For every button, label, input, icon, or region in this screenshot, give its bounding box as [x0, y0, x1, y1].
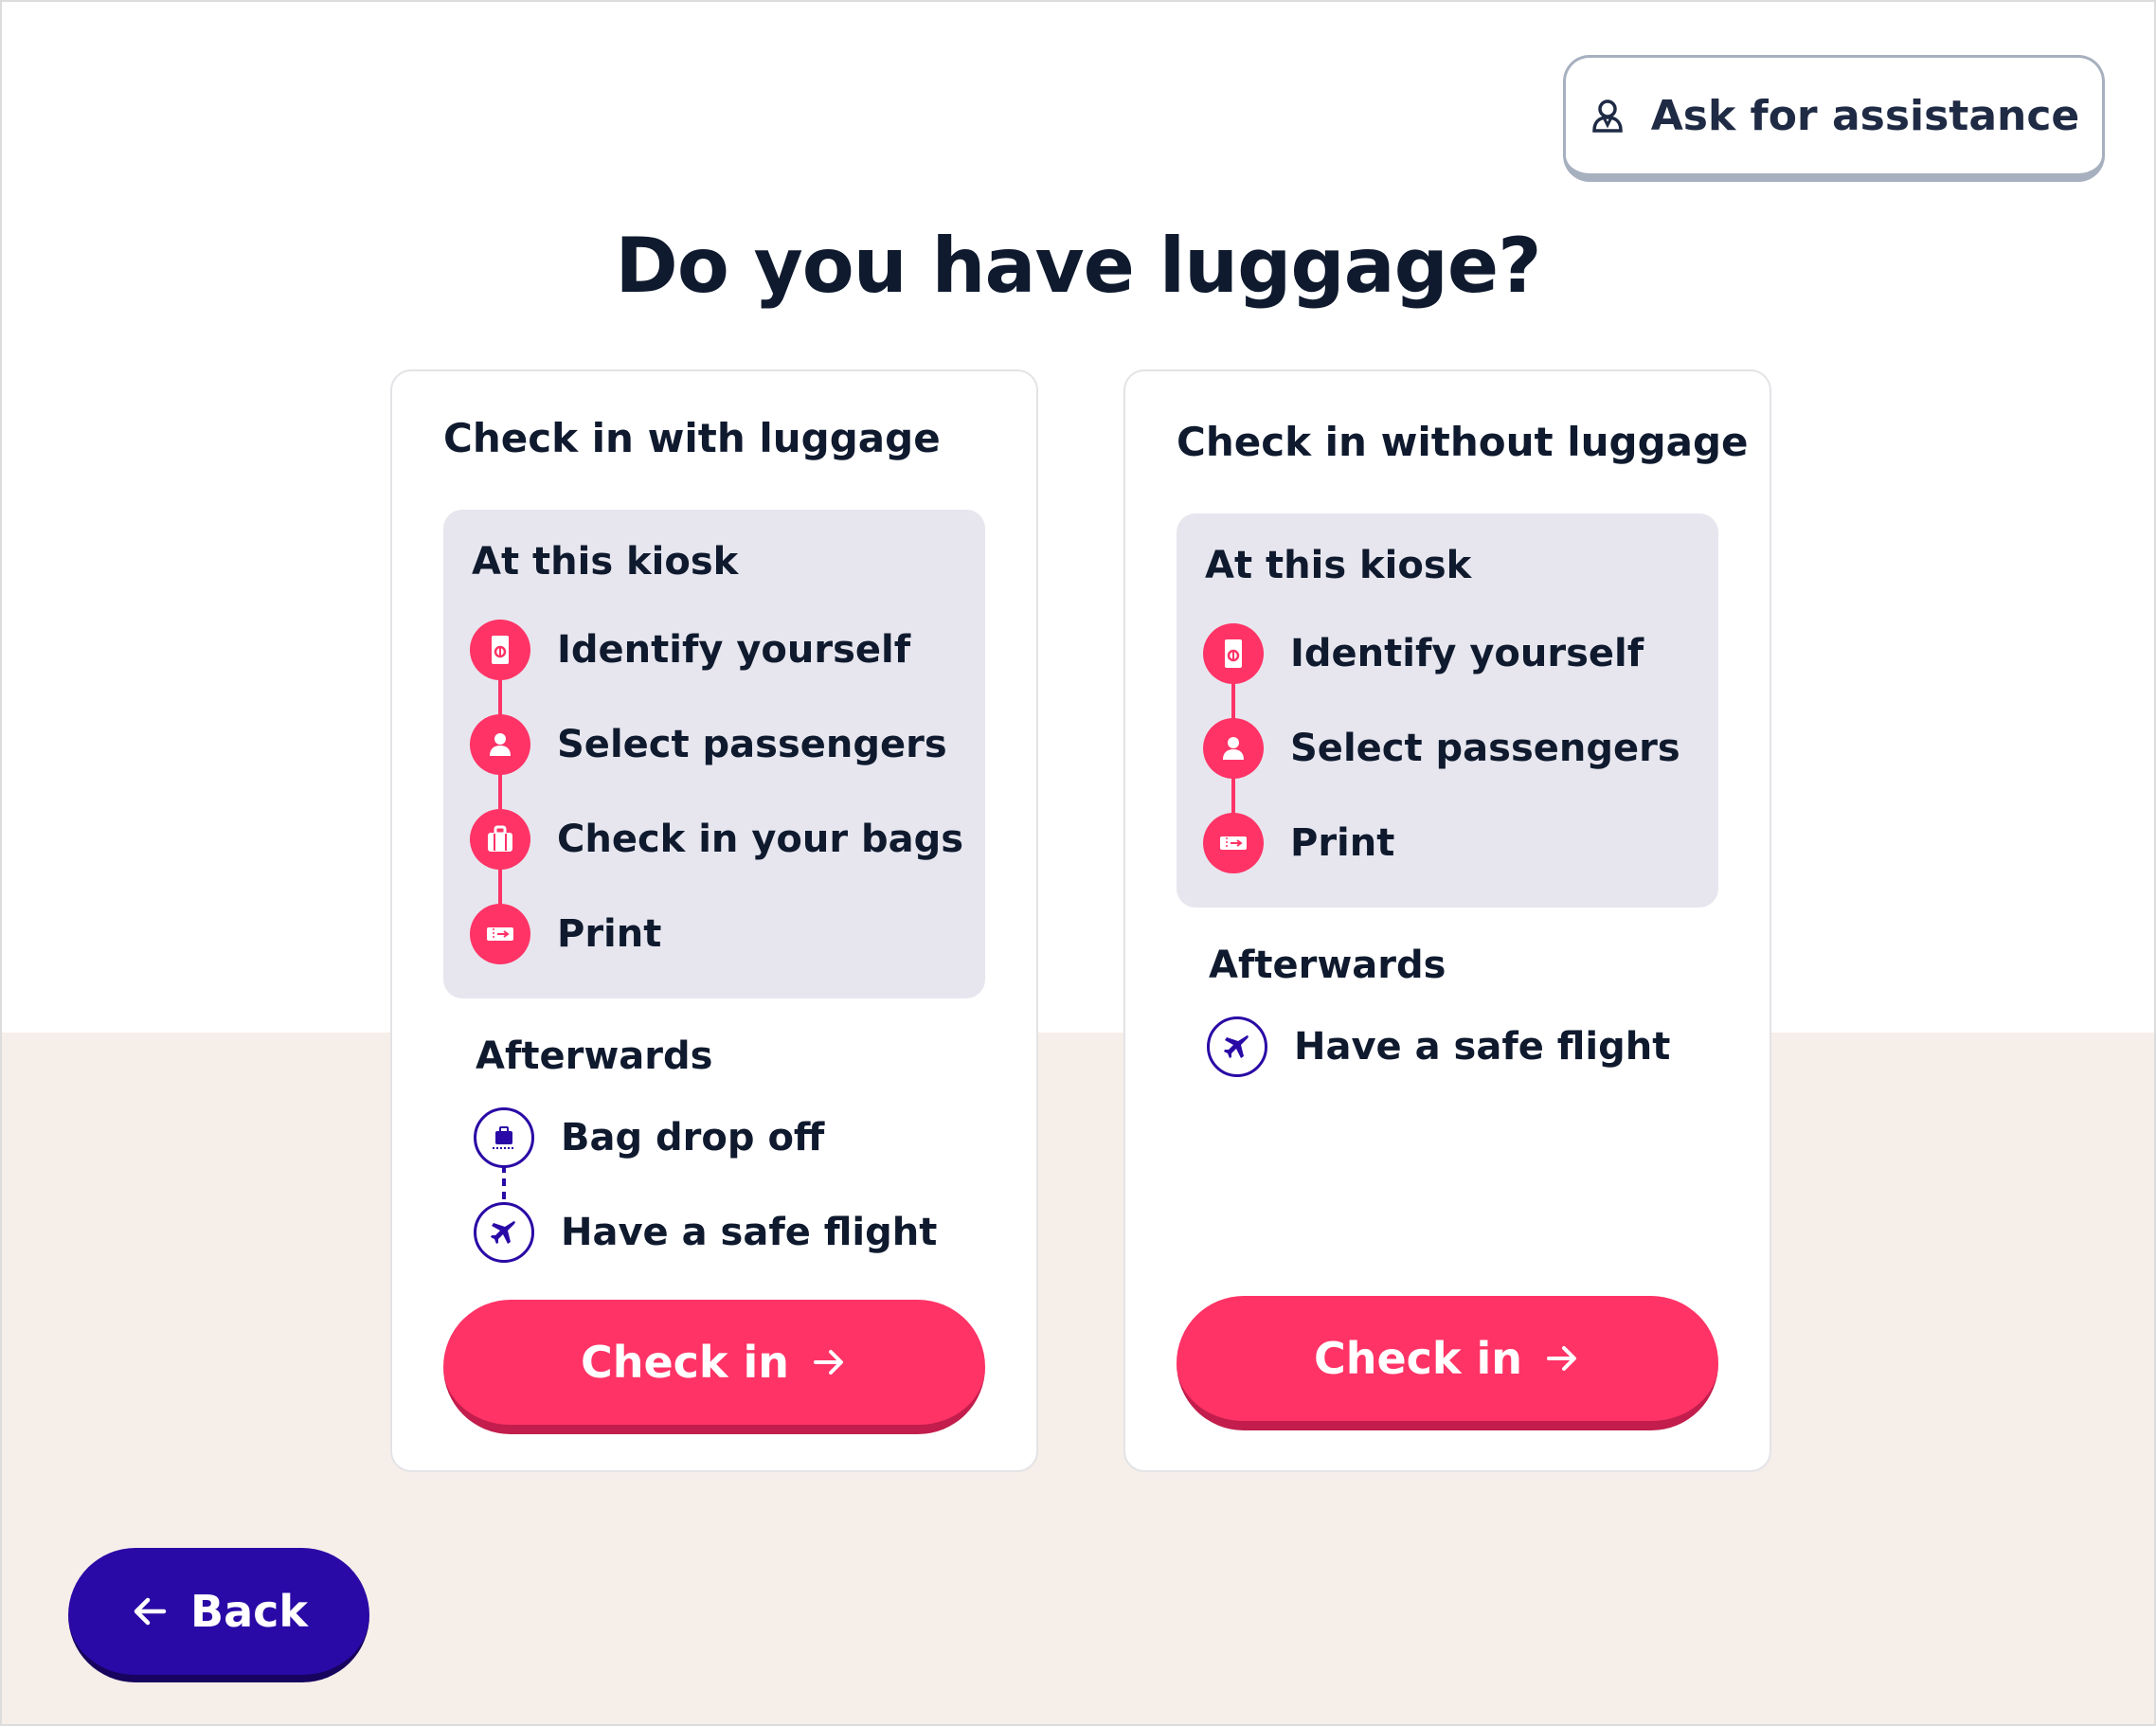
afterwards-label: Afterwards	[476, 1034, 713, 1078]
section-label: At this kiosk	[472, 540, 739, 584]
suitcase-icon	[470, 809, 530, 870]
card-title: Check in without luggage	[1177, 419, 1749, 465]
ask-for-assistance-button[interactable]: Ask for assistance	[1563, 55, 2105, 182]
step-label: Bag drop off	[561, 1116, 825, 1160]
step-print: Print	[470, 904, 661, 964]
assistant-person-icon	[1591, 99, 1623, 133]
arrow-right-icon	[1547, 1346, 1577, 1371]
ticket-icon	[470, 904, 530, 964]
step-label: Print	[1290, 821, 1395, 865]
passport-icon	[470, 620, 530, 680]
check-in-without-luggage-card[interactable]: Check in without luggage At this kiosk I…	[1123, 369, 1771, 1472]
plane-icon	[1207, 1016, 1267, 1077]
page-title: Do you have luggage?	[615, 222, 1541, 310]
back-button[interactable]: Back	[68, 1548, 369, 1682]
step-select-passengers: Select passengers	[470, 714, 947, 775]
step-label: Identify yourself	[1290, 632, 1644, 675]
person-icon	[470, 714, 530, 775]
check-in-without-luggage-button[interactable]: Check in	[1177, 1296, 1718, 1430]
step-label: Select passengers	[557, 723, 947, 766]
section-label: At this kiosk	[1205, 544, 1472, 587]
step-check-in-bags: Check in your bags	[470, 809, 963, 870]
card-title: Check in with luggage	[443, 415, 941, 461]
check-in-with-luggage-card[interactable]: Check in with luggage At this kiosk Iden…	[390, 369, 1038, 1472]
step-select-passengers: Select passengers	[1203, 718, 1680, 779]
step-have-a-safe-flight: Have a safe flight	[1207, 1016, 1670, 1078]
check-in-with-luggage-button[interactable]: Check in	[443, 1300, 985, 1434]
step-connector	[498, 650, 502, 936]
kiosk-screen: Ask for assistance Do you have luggage? …	[0, 0, 2156, 1726]
step-label: Have a safe flight	[1294, 1025, 1671, 1069]
at-this-kiosk-panel: At this kiosk Identify yourself Select p…	[443, 510, 985, 998]
person-icon	[1203, 718, 1264, 779]
back-button-label: Back	[190, 1586, 308, 1637]
check-in-button-label: Check in	[1313, 1333, 1523, 1384]
passport-icon	[1203, 623, 1264, 684]
at-this-kiosk-panel: At this kiosk Identify yourself Select p…	[1177, 513, 1718, 908]
step-identify-yourself: Identify yourself	[470, 620, 910, 680]
step-label: Identify yourself	[557, 628, 911, 672]
plane-icon	[474, 1202, 534, 1263]
afterwards-label: Afterwards	[1209, 944, 1446, 987]
ticket-icon	[1203, 813, 1264, 873]
step-label: Print	[557, 912, 662, 956]
step-identify-yourself: Identify yourself	[1203, 623, 1644, 684]
step-bag-drop-off: Bag drop off	[474, 1106, 824, 1169]
step-print: Print	[1203, 813, 1394, 873]
arrow-right-icon	[814, 1350, 844, 1375]
step-label: Have a safe flight	[561, 1211, 938, 1254]
step-label: Check in your bags	[557, 818, 964, 861]
check-in-button-label: Check in	[580, 1337, 790, 1388]
arrow-left-icon	[134, 1597, 167, 1626]
step-have-a-safe-flight: Have a safe flight	[474, 1201, 937, 1264]
step-label: Select passengers	[1290, 727, 1680, 770]
ask-for-assistance-label: Ask for assistance	[1650, 91, 2080, 140]
bag-drop-icon	[474, 1107, 534, 1168]
